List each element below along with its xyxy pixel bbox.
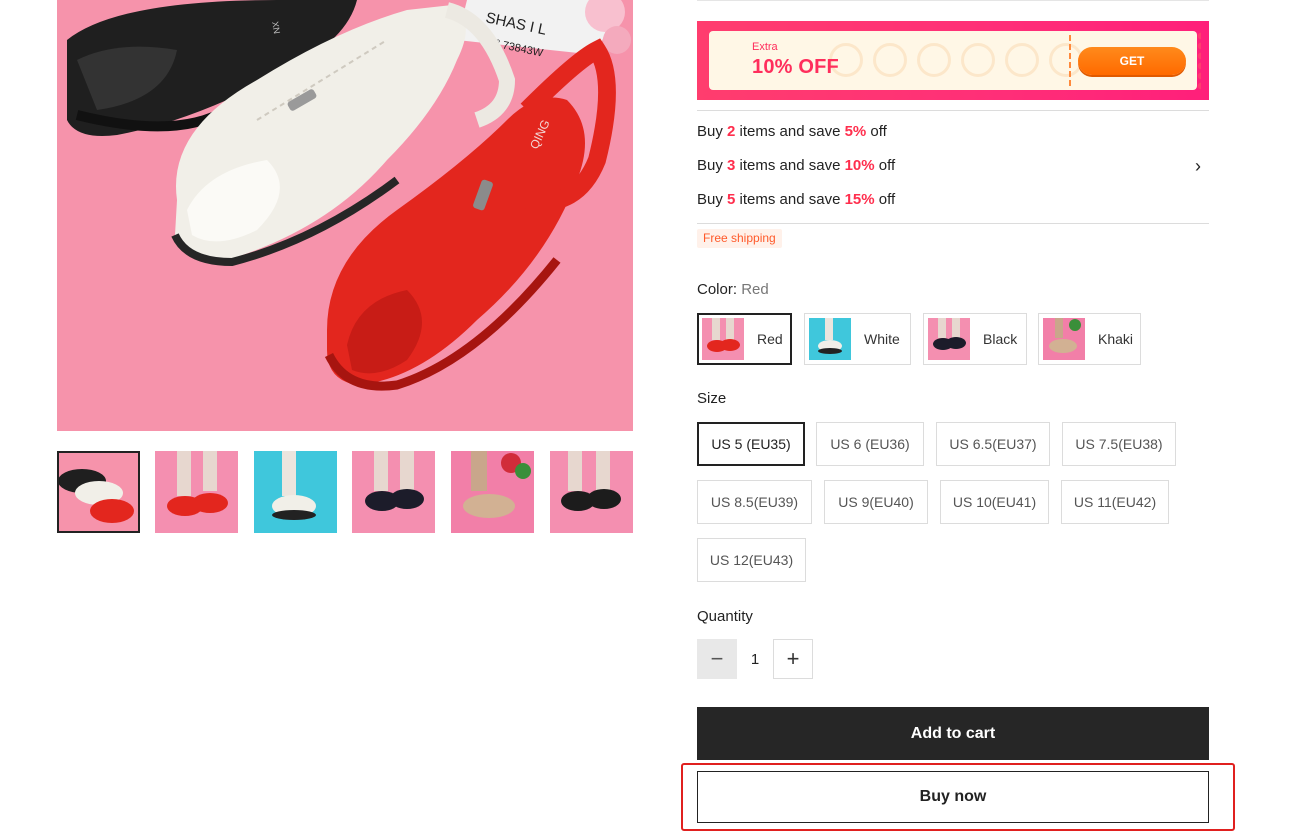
discount-percent: 10% xyxy=(844,157,875,174)
coupon-ticket: Extra 10% OFF GET xyxy=(705,31,1197,90)
thumbnail-image xyxy=(254,451,337,533)
thumbnail-image xyxy=(155,451,238,533)
thumbnail-6[interactable] xyxy=(550,451,633,533)
discount-row: Buy 2 items and save 5% off xyxy=(697,121,1209,155)
discount-text: items and save xyxy=(735,191,845,208)
quantity-increase-button[interactable]: + xyxy=(773,639,813,679)
buy-now-button[interactable]: Buy now xyxy=(697,771,1209,823)
swatch-image xyxy=(928,318,970,360)
discount-text: Buy xyxy=(697,157,728,174)
discount-text: off xyxy=(874,157,896,174)
thumbnail-5[interactable] xyxy=(451,451,534,533)
color-swatch-red[interactable]: Red xyxy=(697,313,792,365)
coupon-divider xyxy=(1069,35,1071,86)
discount-percent: 15% xyxy=(844,191,875,208)
swatch-image xyxy=(1043,318,1085,360)
discount-text: Buy xyxy=(697,191,728,208)
size-option-us5[interactable]: US 5 (EU35) xyxy=(697,422,805,466)
add-to-cart-button[interactable]: Add to cart xyxy=(697,707,1209,760)
color-label-text: Color: xyxy=(697,281,738,298)
thumbnail-image xyxy=(550,451,633,533)
coupon-extra-label: Extra xyxy=(752,41,778,53)
size-label: Size xyxy=(697,390,727,407)
size-option-us6[interactable]: US 6 (EU36) xyxy=(816,422,924,466)
sandals-photo: SHAS I L N° 73843W XN QING xyxy=(57,0,633,431)
swatch-label: White xyxy=(864,331,900,347)
minus-icon: − xyxy=(710,646,724,671)
quantity-value[interactable]: 1 xyxy=(737,639,773,679)
chevron-right-icon[interactable]: › xyxy=(1195,156,1201,177)
size-option-us7-5[interactable]: US 7.5(EU38) xyxy=(1062,422,1176,466)
free-shipping-badge: Free shipping xyxy=(697,229,782,248)
swatch-label: Khaki xyxy=(1098,331,1134,347)
svg-text:XN: XN xyxy=(270,21,282,35)
size-option-us11[interactable]: US 11(EU42) xyxy=(1061,480,1169,524)
size-option-us9[interactable]: US 9(EU40) xyxy=(824,480,928,524)
coupon-pattern xyxy=(829,43,1083,77)
discount-row: Buy 3 items and save 10% off xyxy=(697,155,1209,189)
plus-icon: + xyxy=(786,646,800,671)
thumbnail-4[interactable] xyxy=(352,451,435,533)
discount-text: off xyxy=(874,191,896,208)
top-divider xyxy=(697,0,1209,1)
thumbnail-2[interactable] xyxy=(155,451,238,533)
size-option-us6-5[interactable]: US 6.5(EU37) xyxy=(936,422,1050,466)
thumbnail-image xyxy=(57,451,140,533)
thumbnail-1[interactable] xyxy=(57,451,140,533)
size-option-us12[interactable]: US 12(EU43) xyxy=(697,538,806,582)
discount-text: items and save xyxy=(735,157,845,174)
discount-text: items and save xyxy=(735,123,845,140)
divider xyxy=(697,223,1209,224)
size-option-us10[interactable]: US 10(EU41) xyxy=(940,480,1049,524)
discount-text: off xyxy=(866,123,887,140)
coupon-value: 10% OFF xyxy=(752,56,839,78)
quantity-decrease-button[interactable]: − xyxy=(697,639,737,679)
discount-text: Buy xyxy=(697,123,728,140)
color-swatch-black[interactable]: Black xyxy=(923,313,1027,365)
divider xyxy=(697,110,1209,111)
swatch-image xyxy=(809,318,851,360)
color-label: Color: Red xyxy=(697,281,769,298)
discount-row: Buy 5 items and save 15% off xyxy=(697,189,1209,223)
color-swatch-white[interactable]: White xyxy=(804,313,911,365)
thumbnail-strip: › xyxy=(57,451,633,533)
product-main-image[interactable]: SHAS I L N° 73843W XN QING xyxy=(57,0,633,431)
quantity-discount-list: Buy 2 items and save 5% off Buy 3 items … xyxy=(697,121,1209,223)
swatch-label: Black xyxy=(983,331,1018,347)
thumbnail-image xyxy=(352,451,435,533)
color-swatch-khaki[interactable]: Khaki xyxy=(1038,313,1141,365)
coupon-get-button[interactable]: GET xyxy=(1078,47,1186,75)
color-selected-value: Red xyxy=(741,281,769,298)
coupon-banner: Extra 10% OFF GET xyxy=(697,21,1209,100)
thumbnail-3[interactable] xyxy=(254,451,337,533)
size-option-us8-5[interactable]: US 8.5(EU39) xyxy=(697,480,812,524)
quantity-label: Quantity xyxy=(697,608,753,625)
swatch-image xyxy=(702,318,744,360)
thumbnail-image xyxy=(451,451,534,533)
swatch-label: Red xyxy=(757,331,783,347)
discount-percent: 5% xyxy=(844,123,867,140)
